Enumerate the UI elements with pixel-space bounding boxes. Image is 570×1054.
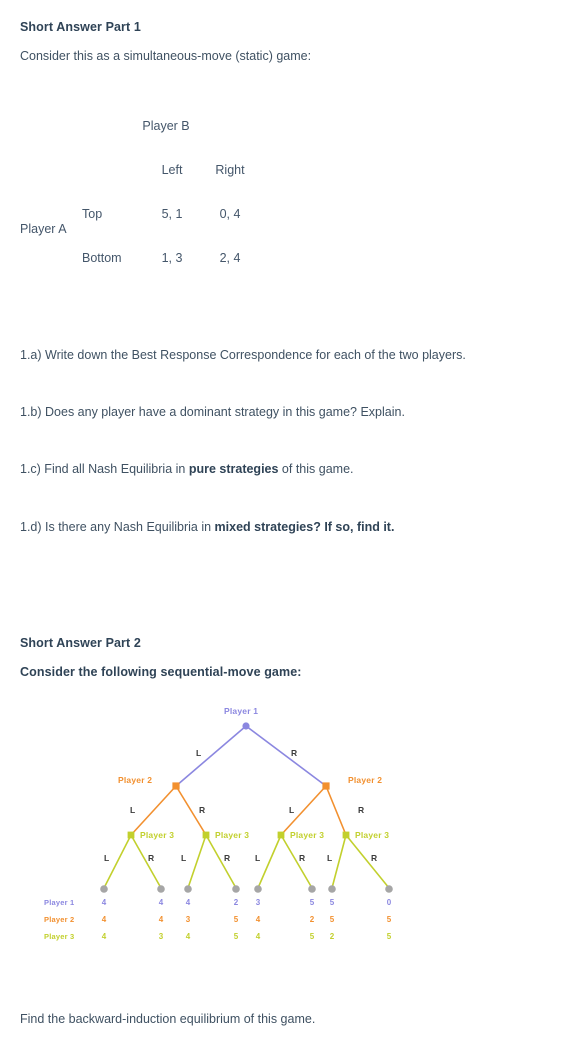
part2-heading: Short Answer Part 2: [20, 636, 141, 650]
tree-label-player3-b: Player 3: [215, 830, 250, 840]
matrix-cell-bottom-left: 1, 3: [161, 251, 183, 265]
payoff-p3-LLL: 4: [101, 932, 107, 941]
branch-label-p3d-left: L: [327, 853, 333, 863]
payoff-p2-LRL: 3: [185, 915, 191, 924]
tree-label-player3-a: Player 3: [140, 830, 175, 840]
node-player2-left: [172, 782, 180, 790]
payoff-p1-LLL: 4: [101, 898, 107, 907]
player3-edges: [103, 834, 390, 889]
payoff-p2-RRR: 5: [386, 915, 392, 924]
tree-label-player3-d: Player 3: [355, 830, 390, 840]
matrix-col-player-label: Player B: [142, 119, 190, 133]
part1-heading: Short Answer Part 1: [20, 20, 141, 34]
branch-label-p3a-left: L: [104, 853, 110, 863]
node-player3-b: [202, 831, 210, 839]
payoff-p2-LLL: 4: [101, 915, 107, 924]
branch-label-p3c-right: R: [299, 853, 306, 863]
branch-label-p3a-right: R: [148, 853, 155, 863]
matrix-row-header-bottom: Bottom: [82, 251, 122, 265]
branch-label-p3c-left: L: [255, 853, 261, 863]
payoff-p3-RRL: 2: [329, 932, 335, 941]
payoff-p1-RLL: 3: [255, 898, 261, 907]
payoff-p1-LLR: 4: [158, 898, 164, 907]
payoff-p1-RRR: 0: [386, 898, 392, 907]
payoff-p2-RLR: 2: [309, 915, 315, 924]
matrix-col-header-right: Right: [215, 163, 245, 177]
payoff-p3-LRR: 5: [233, 932, 239, 941]
payoff-p1-LRL: 4: [185, 898, 191, 907]
tree-label-player3-c: Player 3: [290, 830, 325, 840]
branch-label-p3b-left: L: [181, 853, 187, 863]
node-player3-c: [277, 831, 285, 839]
matrix-row-player-label: Player A: [20, 222, 67, 236]
question-1d-prefix: 1.d) Is there any Nash Equilibria in: [20, 520, 215, 534]
part2-intro: Consider the following sequential-move g…: [20, 665, 302, 679]
question-1d-emphasis: mixed strategies? If so, find it.: [214, 520, 395, 534]
tree-label-player1-root: Player 1: [224, 706, 259, 716]
matrix-col-header-left: Left: [161, 163, 183, 177]
branch-label-p2left-left: L: [130, 805, 136, 815]
branch-label-root-right: R: [291, 748, 298, 758]
branch-label-p3b-right: R: [224, 853, 231, 863]
branch-label-p3d-right: R: [371, 853, 378, 863]
question-1c-prefix: 1.c) Find all Nash Equilibria in: [20, 462, 189, 476]
question-1a: 1.a) Write down the Best Response Corres…: [20, 348, 466, 362]
question-1c-emphasis: pure strategies: [188, 462, 279, 476]
node-player3-d: [342, 831, 350, 839]
payoff-p3-RLL: 4: [255, 932, 261, 941]
matrix-row-header-top: Top: [82, 207, 103, 221]
game-tree-figure: Player 1 Player 2 Player 2 Player 3 Play…: [0, 694, 570, 960]
question-1a-text: 1.a) Write down the Best Response Corres…: [20, 348, 466, 362]
payoff-p1-RLR: 5: [309, 898, 315, 907]
branch-label-p2left-right: R: [199, 805, 206, 815]
branch-label-root-left: L: [196, 748, 202, 758]
worksheet-page: Short Answer Part 1 Consider this as a s…: [0, 0, 570, 1054]
payoff-row-label-player3: Player 3: [44, 932, 75, 941]
question-1c: 1.c) Find all Nash Equilibria in pure st…: [20, 462, 354, 476]
question-1d: 1.d) Is there any Nash Equilibria in mix…: [20, 520, 394, 534]
branch-label-p2right-left: L: [289, 805, 295, 815]
payoff-p3-RLR: 5: [309, 932, 315, 941]
tree-label-player2-right: Player 2: [348, 775, 383, 785]
payoff-p1-LRR: 2: [233, 898, 239, 907]
player2-edges: [130, 785, 347, 836]
payoff-p3-LRL: 4: [185, 932, 191, 941]
part1-intro: Consider this as a simultaneous-move (st…: [20, 49, 312, 63]
matrix-cell-bottom-right: 2, 4: [219, 251, 241, 265]
node-root-player1: [242, 722, 250, 730]
matrix-cell-top-left: 5, 1: [161, 207, 183, 221]
matrix-cell-top-right: 0, 4: [219, 207, 241, 221]
branch-label-p2right-right: R: [358, 805, 365, 815]
payoff-p3-LLR: 3: [158, 932, 164, 941]
node-player2-right: [322, 782, 330, 790]
payoff-p3-RRR: 5: [386, 932, 392, 941]
payoff-row-label-player1: Player 1: [44, 898, 75, 907]
payoff-p1-RRL: 5: [329, 898, 335, 907]
payoff-p2-LLR: 4: [158, 915, 164, 924]
terminal-nodes: [100, 885, 393, 893]
part2-closing-question: Find the backward-induction equilibrium …: [20, 1012, 316, 1026]
tree-label-player2-left: Player 2: [118, 775, 153, 785]
question-1b: 1.b) Does any player have a dominant str…: [20, 405, 405, 419]
node-player3-a: [127, 831, 135, 839]
payoff-row-label-player2: Player 2: [44, 915, 75, 924]
question-1c-suffix: of this game.: [278, 462, 354, 476]
question-1b-text: 1.b) Does any player have a dominant str…: [20, 405, 405, 419]
payoff-p2-RRL: 5: [329, 915, 335, 924]
game-tree-svg: [100, 722, 393, 893]
payoff-p2-RLL: 4: [255, 915, 261, 924]
payoff-p2-LRR: 5: [233, 915, 239, 924]
